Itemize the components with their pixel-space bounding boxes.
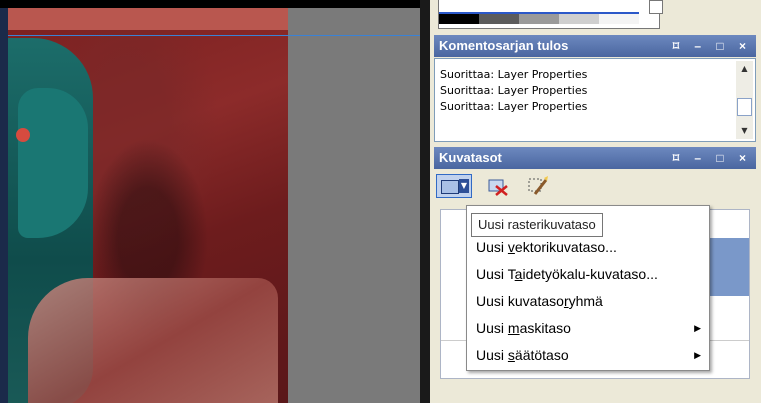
guide-line[interactable] [8,35,420,36]
panel-window-controls[interactable]: ⌑ – □ × [673,147,752,169]
swatch-gray [519,14,559,24]
submenu-arrow-icon: ▶ [694,350,701,360]
menu-item-label: Uusi T [476,266,515,282]
swatch-dark-gray [479,14,519,24]
menu-item-new-adjustment-layer[interactable]: Uusi säätötaso ▶ [467,342,709,368]
tooltip: Uusi rasterikuvataso [471,213,603,237]
edited-photo[interactable] [8,8,288,403]
chevron-down-icon[interactable]: ▼ [459,179,469,193]
scroll-thumb[interactable] [737,98,752,116]
layer-properties-icon [528,176,548,195]
scroll-up-icon[interactable]: ▲ [736,61,753,77]
menu-item-label: yhmä [568,293,603,309]
new-layer-button[interactable]: ▼ [436,174,472,198]
delete-layer-button[interactable] [486,174,510,198]
canvas-edge [0,8,8,403]
palette-checkbox[interactable] [649,0,663,14]
command-panel-titlebar[interactable]: Komentosarjan tulos ⌑ – □ × [434,35,756,57]
delete-layer-icon [488,179,508,196]
materials-palette[interactable] [438,0,660,29]
menu-item-mnemonic: m [507,320,520,336]
menu-item-label: äätötaso [514,347,569,363]
photo-band [8,8,288,30]
menu-item-mnemonic: v [507,239,515,255]
command-panel-title: Komentosarjan tulos [439,38,569,53]
output-line: Suorittaa: Layer Properties [440,84,588,97]
menu-item-mnemonic: s [507,347,515,363]
menu-item-label: Uusi kuvataso [476,293,564,309]
new-raster-layer-icon [441,180,459,194]
menu-item-label: Uusi [476,239,508,255]
panel-separator [420,0,430,403]
image-canvas[interactable] [0,8,420,403]
output-line: Suorittaa: Layer Properties [440,68,588,81]
menu-item-new-vector-layer[interactable]: Uusi vektorikuvataso... [467,234,709,260]
swatch-light-gray [559,14,599,24]
swatch-white [599,14,639,24]
layer-properties-button[interactable] [526,174,550,198]
submenu-arrow-icon: ▶ [694,323,701,333]
app-window: Komentosarjan tulos ⌑ – □ × Suorittaa: L… [0,0,761,403]
command-output[interactable]: Suorittaa: Layer Properties Suorittaa: L… [434,58,756,142]
layers-panel-title: Kuvatasot [439,150,502,165]
output-line: Suorittaa: Layer Properties [440,100,588,113]
menu-item-label: Uusi [476,320,508,336]
scroll-down-icon[interactable]: ▼ [736,123,753,139]
photo-cloth [28,278,278,403]
photo-eye [16,128,30,142]
menu-item-new-art-media-layer[interactable]: Uusi Taidetyökalu-kuvataso... [467,261,709,287]
menu-item-label: Uusi [476,347,508,363]
menu-item-label: ektorikuvataso... [514,239,617,255]
vertical-scrollbar[interactable]: ▲ ▼ [736,61,753,139]
panel-window-controls[interactable]: ⌑ – □ × [673,35,752,57]
swatch-black [439,14,479,24]
layers-panel-titlebar[interactable]: Kuvatasot ⌑ – □ × [434,147,756,169]
photo-face [18,88,88,238]
menu-item-new-layer-group[interactable]: Uusi kuvatasoryhmä [467,288,709,314]
menu-item-label: askitaso [519,320,571,336]
menu-item-label: idetyökalu-kuvataso... [522,266,658,282]
menu-item-new-mask-layer[interactable]: Uusi maskitaso ▶ [467,315,709,341]
